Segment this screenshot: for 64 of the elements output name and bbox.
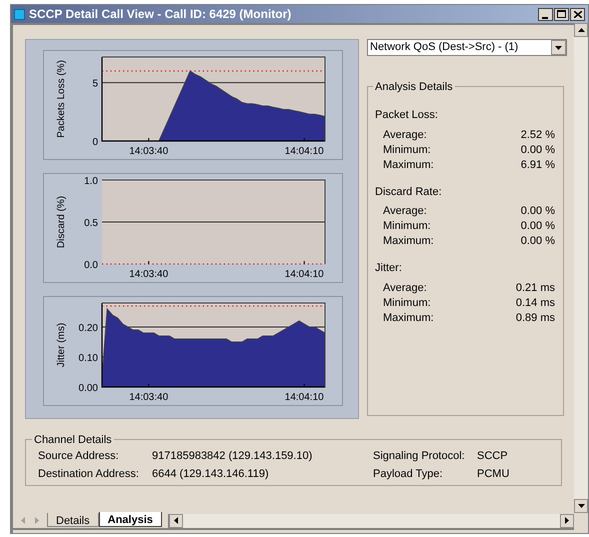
tick-label: 0.5	[84, 218, 98, 229]
metric-label: Maximum:	[383, 310, 434, 324]
metric-label: Maximum:	[383, 158, 434, 172]
axis-title: Discard (%)	[56, 196, 67, 248]
maximize-button[interactable]	[554, 8, 569, 20]
field-label: Signaling Protocol:	[373, 449, 466, 464]
close-icon	[574, 10, 582, 18]
tick-label: 0.0	[84, 260, 98, 271]
app-icon	[14, 8, 25, 20]
tick-label: 14:03:40	[129, 269, 168, 280]
metric-value: 2.52 %	[520, 128, 555, 142]
field-value: PCMU	[477, 466, 510, 482]
metric-label: Average:	[383, 128, 427, 142]
window-title: SCCP Detail Call View - Call ID: 6429 (Monitor)	[29, 6, 292, 23]
field-value: 6644 (129.143.146.119)	[152, 466, 270, 482]
field-label: Source Address:	[38, 449, 120, 464]
tick-label: 14:04:10	[284, 392, 324, 403]
tick-label: 0	[92, 137, 98, 148]
tick-label: 14:03:40	[129, 146, 168, 157]
metric-group-label: Packet Loss:	[375, 108, 439, 123]
metric-label: Maximum:	[383, 234, 434, 248]
tick-label: 1.0	[84, 176, 98, 187]
scroll-right-icon	[560, 514, 574, 528]
tick-label: 14:04:10	[284, 269, 324, 280]
field-label: Payload Type:	[373, 466, 444, 482]
metric-label: Minimum:	[383, 296, 431, 310]
metric-value: 0.14 ms	[516, 296, 555, 310]
metric-label: Minimum:	[383, 219, 431, 233]
metric-value: 0.00 %	[520, 142, 555, 156]
tick-label: 0.20	[78, 323, 98, 334]
tab[interactable]: Details	[47, 513, 99, 527]
metric-label: Minimum:	[383, 142, 431, 156]
metric-value: 0.89 ms	[516, 310, 555, 324]
minimize-button[interactable]	[538, 8, 553, 20]
vertical-scrollbar[interactable]	[574, 23, 588, 513]
view-dropdown[interactable]: Network QoS (Dest->Src) - (1)	[367, 39, 567, 56]
close-button[interactable]	[570, 8, 585, 20]
metric-value: 0.00 %	[520, 219, 555, 233]
maximize-icon	[557, 10, 566, 18]
horizontal-scrollbar[interactable]	[168, 514, 574, 528]
field-value: 917185983842 (129.143.159.10)	[152, 449, 314, 464]
tab[interactable]: Analysis	[98, 512, 162, 527]
tick-label: 0.10	[78, 353, 98, 364]
minimize-icon	[542, 16, 549, 20]
scroll-left-icon	[168, 514, 183, 528]
metric-value: 0.00 %	[520, 234, 555, 248]
metric-group-label: Discard Rate:	[375, 184, 443, 200]
group-title: Analysis Details	[373, 79, 455, 96]
metric-value: 0.00 %	[520, 204, 555, 218]
tick-label: 14:04:10	[284, 146, 324, 157]
field-label: Destination Address:	[38, 466, 140, 482]
axis-title: Packets Loss (%)	[56, 60, 67, 138]
metric-label: Average:	[383, 204, 427, 218]
metric-label: Average:	[383, 280, 427, 294]
metric-group-label: Jitter:	[375, 261, 403, 276]
axis-title: Jitter (ms)	[56, 322, 67, 368]
right-arrow-icon	[34, 517, 38, 524]
metric-value: 6.91 %	[520, 158, 555, 172]
metric-value: 0.21 ms	[516, 280, 555, 294]
tick-label: 14:03:40	[129, 392, 168, 403]
field-value: SCCP	[477, 449, 509, 464]
tick-label: 0.00	[78, 383, 98, 394]
tick-label: 5	[92, 78, 98, 90]
left-arrow-icon	[20, 517, 24, 524]
